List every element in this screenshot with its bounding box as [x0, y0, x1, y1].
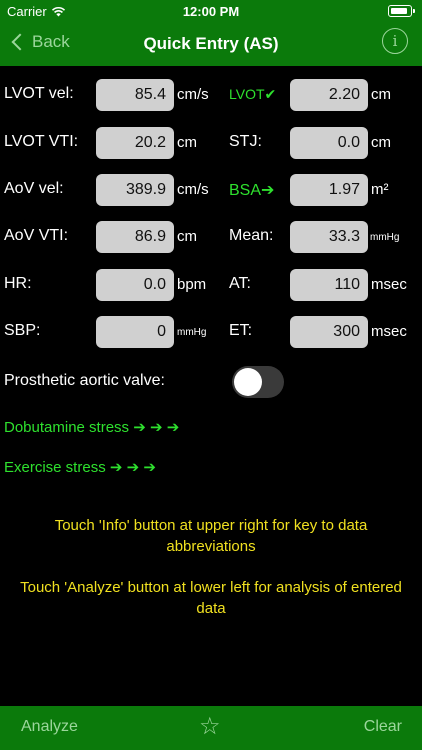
at-input[interactable]: 110	[290, 269, 368, 301]
mean-gradient-label: Mean:	[229, 227, 274, 244]
row-lvot-vel: LVOT vel: 85.4 cm/s LVOT✔ 2.20 cm	[0, 79, 422, 111]
page-title: Quick Entry (AS)	[143, 34, 279, 53]
stj-input[interactable]: 0.0	[290, 127, 368, 159]
row-sbp: SBP: 0 mmHg ET: 300 msec	[0, 316, 422, 348]
at-label: AT:	[229, 275, 251, 292]
status-time: 12:00 PM	[182, 4, 240, 19]
lvot-vti-unit: cm	[177, 134, 197, 151]
aov-vti-label: AoV VTI:	[4, 227, 69, 244]
prosthetic-valve-toggle[interactable]	[232, 366, 284, 398]
mean-gradient-input[interactable]: 33.3	[290, 221, 368, 253]
bsa-input[interactable]: 1.97	[290, 174, 368, 206]
hr-unit: bpm	[177, 276, 207, 293]
aov-vel-unit: cm/s	[177, 181, 209, 198]
lvot-vel-input[interactable]: 85.4	[96, 79, 174, 111]
status-bar: Carrier 12:00 PM	[0, 0, 422, 22]
hr-input[interactable]: 0.0	[96, 269, 174, 301]
row-aov-vti: AoV VTI: 86.9 cm Mean: 33.3 mmHg	[0, 221, 422, 253]
lvot-vti-input[interactable]: 20.2	[96, 127, 174, 159]
stj-unit: cm	[371, 134, 391, 151]
lvot-vel-label: LVOT vel:	[4, 85, 74, 102]
mean-gradient-unit: mmHg	[370, 232, 400, 243]
info-hint-text: Touch 'Info' button at upper right for k…	[54, 517, 368, 555]
lvot-diameter-input[interactable]: 2.20	[290, 79, 368, 111]
prosthetic-valve-row: Prosthetic aortic valve:	[0, 366, 422, 398]
aov-vel-label: AoV vel:	[4, 180, 64, 197]
et-label: ET:	[229, 322, 253, 339]
lvot-vel-unit: cm/s	[177, 86, 209, 103]
hr-label: HR:	[4, 275, 32, 292]
row-hr: HR: 0.0 bpm AT: 110 msec	[0, 269, 422, 301]
prosthetic-valve-label: Prosthetic aortic valve:	[4, 372, 165, 389]
sbp-label: SBP:	[4, 322, 41, 339]
analyze-button[interactable]: Analyze	[21, 718, 78, 736]
top-bar: Carrier 12:00 PM Back Quick Entry (AS) i	[0, 0, 422, 66]
bsa-link[interactable]: BSA➔	[229, 180, 274, 200]
aov-vel-input[interactable]: 389.9	[96, 174, 174, 206]
battery-icon	[388, 5, 415, 17]
star-icon[interactable]: ☆	[199, 712, 221, 741]
stj-label: STJ:	[229, 133, 262, 150]
analyze-hint-text: Touch 'Analyze' button at lower left for…	[20, 579, 402, 617]
row-lvot-vti: LVOT VTI: 20.2 cm STJ: 0.0 cm	[0, 127, 422, 159]
row-aov-vel: AoV vel: 389.9 cm/s BSA➔ 1.97 m²	[0, 174, 422, 206]
exercise-stress-link[interactable]: Exercise stress ➔ ➔ ➔	[4, 458, 156, 476]
lvot-diameter-unit: cm	[371, 86, 391, 103]
bsa-unit: m²	[371, 181, 389, 198]
sbp-input[interactable]: 0	[96, 316, 174, 348]
clear-button[interactable]: Clear	[364, 718, 402, 736]
lvot-vti-label: LVOT VTI:	[4, 133, 79, 150]
sbp-unit: mmHg	[177, 327, 207, 338]
lvot-diameter-link[interactable]: LVOT✔	[229, 86, 276, 103]
et-unit: msec	[371, 323, 407, 340]
dobutamine-stress-link[interactable]: Dobutamine stress ➔ ➔ ➔	[4, 418, 179, 436]
navigation-bar: Back Quick Entry (AS) i	[0, 26, 422, 62]
at-unit: msec	[371, 276, 407, 293]
toggle-knob	[234, 368, 262, 396]
aov-vti-input[interactable]: 86.9	[96, 221, 174, 253]
bottom-toolbar: Analyze ☆ Clear	[0, 706, 422, 750]
aov-vti-unit: cm	[177, 228, 197, 245]
et-input[interactable]: 300	[290, 316, 368, 348]
info-button[interactable]: i	[382, 28, 408, 54]
